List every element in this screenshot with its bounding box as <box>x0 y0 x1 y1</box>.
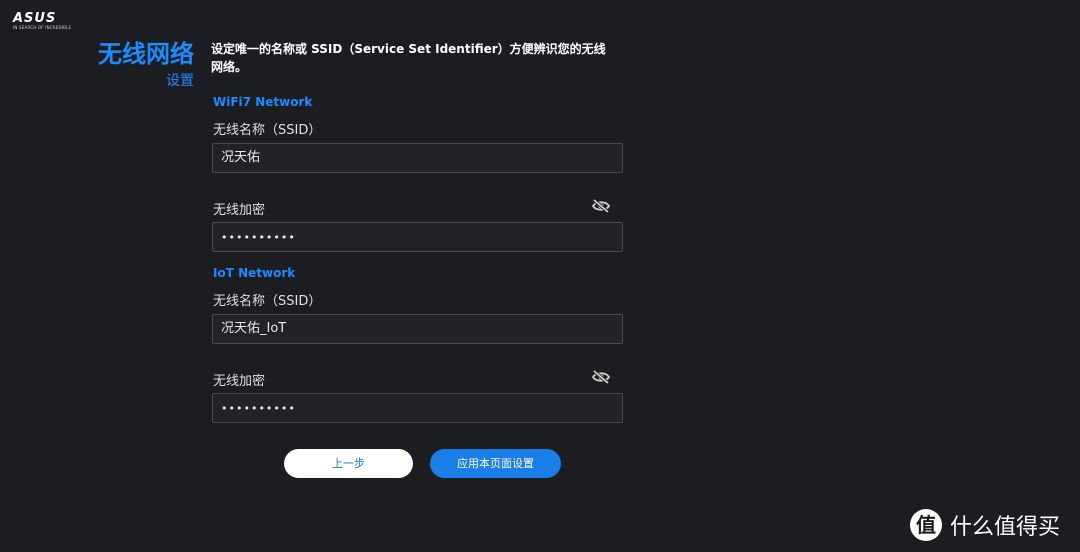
page-title: 无线网络 <box>98 40 194 68</box>
iot-section-heading: IoT Network <box>213 266 296 280</box>
logo-tagline: IN SEARCH OF INCREDIBLE <box>13 25 72 30</box>
wifi7-ssid-input[interactable]: 况天佑 <box>212 143 623 173</box>
eye-slash-icon[interactable] <box>591 369 611 385</box>
wifi7-section-heading: WiFi7 Network <box>213 95 313 109</box>
page-subtitle: 设置 <box>166 73 194 89</box>
iot-password-label: 无线加密 <box>213 374 266 389</box>
iot-ssid-input[interactable]: 况天佑_IoT <box>212 314 623 344</box>
wifi7-password-label: 无线加密 <box>213 203 266 218</box>
wifi7-ssid-label: 无线名称（SSID） <box>213 123 322 138</box>
watermark: 值 什么值得买 <box>910 508 1060 542</box>
wifi7-password-input[interactable]: •••••••••• <box>212 222 623 252</box>
logo-wordmark: ASUS <box>13 11 57 26</box>
eye-slash-icon[interactable] <box>591 198 611 214</box>
page-description: 设定唯一的名称或 SSID（Service Set Identifier）方便辨… <box>211 42 606 74</box>
iot-password-input[interactable]: •••••••••• <box>212 393 623 423</box>
watermark-badge: 值 <box>910 509 942 541</box>
asus-logo: ASUS IN SEARCH OF INCREDIBLE <box>13 12 73 34</box>
iot-ssid-label: 无线名称（SSID） <box>213 294 322 309</box>
watermark-text: 什么值得买 <box>950 515 1061 540</box>
back-button[interactable]: 上一步 <box>284 449 413 478</box>
apply-settings-button[interactable]: 应用本页面设置 <box>430 449 561 478</box>
setup-page: ASUS IN SEARCH OF INCREDIBLE 无线网络 设置 设定唯… <box>0 0 1080 552</box>
